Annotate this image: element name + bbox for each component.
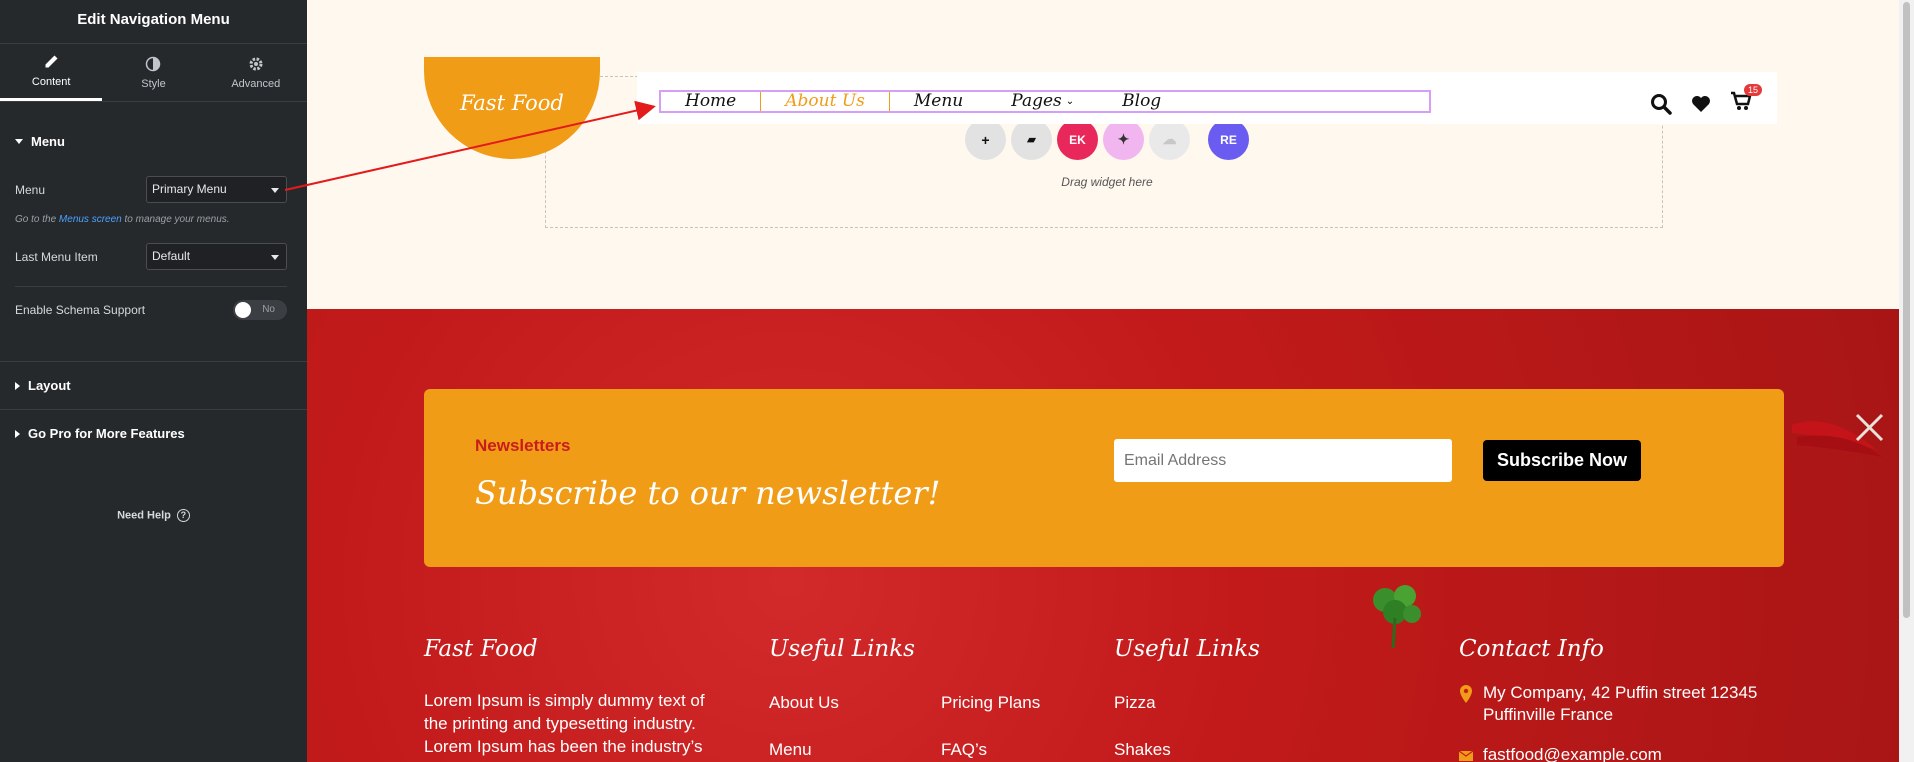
folder-icon[interactable]: ▰ bbox=[1011, 119, 1052, 160]
drag-widget-text: Drag widget here bbox=[1061, 175, 1153, 189]
panel-tabs: Content Style Advanced bbox=[0, 44, 307, 102]
nav-about-us[interactable]: About Us bbox=[760, 92, 890, 111]
scrollbar[interactable] bbox=[1899, 0, 1914, 762]
panel-title: Edit Navigation Menu bbox=[0, 0, 307, 44]
menu-label: Menu bbox=[15, 182, 46, 197]
section-menu[interactable]: Menu bbox=[0, 134, 80, 149]
contrast-icon bbox=[146, 56, 161, 71]
footer-brand-text: Lorem Ipsum is simply dummy text of the … bbox=[424, 691, 705, 756]
newsletter-label: Newsletters bbox=[475, 436, 571, 455]
widget-toolbar: + ▰ EK ✦ ☁ RE bbox=[965, 119, 1249, 160]
divider bbox=[0, 361, 307, 362]
nav-home[interactable]: Home bbox=[661, 92, 760, 111]
divider bbox=[15, 286, 287, 287]
section-pro[interactable]: Go Pro for More Features bbox=[0, 426, 200, 441]
elementskit-icon[interactable]: EK bbox=[1057, 119, 1098, 160]
footer-link-pizza[interactable]: Pizza bbox=[1114, 693, 1156, 713]
footer-link-faqs[interactable]: FAQ’s bbox=[941, 740, 987, 760]
footer-contact-title: Contact Info bbox=[1459, 636, 1604, 662]
menu-select[interactable]: Primary Menu bbox=[146, 176, 287, 203]
cart-button[interactable]: 15 bbox=[1730, 84, 1762, 117]
page-preview: + ▰ EK ✦ ☁ RE Drag widget here Fast Food… bbox=[307, 0, 1907, 762]
schema-control: Enable Schema Support No bbox=[15, 300, 287, 320]
contact-email-text[interactable]: fastfood@example.com bbox=[1483, 744, 1662, 762]
hint-prefix: Go to the bbox=[15, 214, 59, 225]
caret-down-icon bbox=[15, 139, 23, 144]
envelope-icon bbox=[1459, 750, 1473, 761]
divider bbox=[0, 409, 307, 410]
tab-content[interactable]: Content bbox=[0, 44, 103, 101]
footer-link-pricing-plans[interactable]: Pricing Plans bbox=[941, 693, 1040, 713]
footer-link-menu[interactable]: Menu bbox=[769, 740, 812, 760]
tab-style-label: Style bbox=[141, 77, 166, 90]
section-layout[interactable]: Layout bbox=[0, 378, 86, 393]
tab-advanced-label: Advanced bbox=[231, 77, 281, 90]
section-menu-label: Menu bbox=[31, 134, 65, 149]
add-icon[interactable]: + bbox=[965, 119, 1006, 160]
footer-link-about-us[interactable]: About Us bbox=[769, 693, 839, 713]
nav-menu-item[interactable]: Menu bbox=[890, 92, 987, 111]
last-item-select[interactable]: Default bbox=[146, 243, 287, 270]
need-help-label: Need Help bbox=[117, 509, 171, 522]
chevron-down-icon: ⌄ bbox=[1065, 96, 1075, 107]
heart-icon[interactable] bbox=[1690, 93, 1712, 115]
tab-advanced[interactable]: Advanced bbox=[205, 44, 307, 101]
menu-control: Menu Primary Menu bbox=[15, 176, 287, 203]
contact-email: fastfood@example.com bbox=[1459, 744, 1662, 762]
footer-brand-title: Fast Food bbox=[424, 636, 538, 662]
template-kit-icon[interactable]: ☁ bbox=[1149, 119, 1190, 160]
subscribe-button[interactable]: Subscribe Now bbox=[1483, 440, 1641, 481]
footer-brand: Fast Food Lorem Ipsum is simply dummy te… bbox=[424, 636, 724, 758]
royal-elements-icon[interactable]: RE bbox=[1208, 119, 1249, 160]
footer-links-2-heading: Useful Links bbox=[1114, 636, 1260, 662]
email-input[interactable] bbox=[1114, 439, 1452, 482]
editor-panel: Edit Navigation Menu Content Style Advan… bbox=[0, 0, 307, 762]
section-pro-label: Go Pro for More Features bbox=[28, 426, 185, 441]
tab-content-label: Content bbox=[31, 76, 71, 88]
logo-text: Fast Food bbox=[460, 91, 564, 115]
nav-pages[interactable]: Pages bbox=[987, 92, 1065, 111]
nav-menu: Home About Us Menu Pages ⌄ Blog bbox=[659, 90, 1431, 113]
nav-blog[interactable]: Blog bbox=[1098, 92, 1185, 111]
footer-links-1-heading: Useful Links bbox=[769, 636, 915, 662]
caret-right-icon bbox=[15, 381, 20, 390]
toggle-knob bbox=[235, 302, 251, 318]
menu-hint: Go to the Menus screen to manage your me… bbox=[15, 214, 230, 225]
map-pin-icon bbox=[1460, 685, 1472, 703]
footer-contact-heading: Contact Info bbox=[1459, 636, 1604, 662]
newsletter-title: Subscribe to our newsletter! bbox=[475, 474, 941, 512]
cart-count-badge: 15 bbox=[1743, 84, 1762, 96]
contact-address: My Company, 42 Puffin street 12345 Puffi… bbox=[1459, 682, 1779, 726]
footer-links-1-title: Useful Links bbox=[769, 636, 915, 662]
section-layout-label: Layout bbox=[28, 378, 71, 393]
chili-pepper-icon bbox=[1792, 413, 1884, 457]
hint-suffix: to manage your menus. bbox=[121, 214, 230, 225]
help-icon: ? bbox=[176, 509, 190, 522]
last-item-label: Last Menu Item bbox=[15, 249, 98, 264]
menus-screen-link[interactable]: Menus screen bbox=[59, 214, 122, 225]
gear-icon bbox=[249, 57, 263, 70]
last-item-control: Last Menu Item Default bbox=[15, 243, 287, 270]
caret-right-icon bbox=[15, 429, 20, 438]
schema-label: Enable Schema Support bbox=[15, 303, 146, 317]
scrollbar-thumb[interactable] bbox=[1903, 2, 1910, 618]
schema-toggle[interactable]: No bbox=[233, 300, 287, 320]
footer-link-shakes[interactable]: Shakes bbox=[1114, 740, 1171, 760]
tab-style[interactable]: Style bbox=[102, 44, 204, 101]
need-help-link[interactable]: Need Help? bbox=[0, 509, 307, 522]
header-icons: 15 bbox=[1650, 84, 1762, 117]
footer-links-2-title: Useful Links bbox=[1114, 636, 1260, 662]
ai-sparkle-icon[interactable]: ✦ bbox=[1103, 119, 1144, 160]
toggle-text: No bbox=[262, 304, 275, 315]
contact-address-text: My Company, 42 Puffin street 12345 Puffi… bbox=[1483, 683, 1758, 724]
search-icon[interactable] bbox=[1650, 93, 1672, 115]
pencil-icon bbox=[45, 55, 58, 68]
cilantro-icon bbox=[1373, 585, 1421, 649]
newsletter-card: Newsletters Subscribe to our newsletter!… bbox=[424, 389, 1784, 567]
